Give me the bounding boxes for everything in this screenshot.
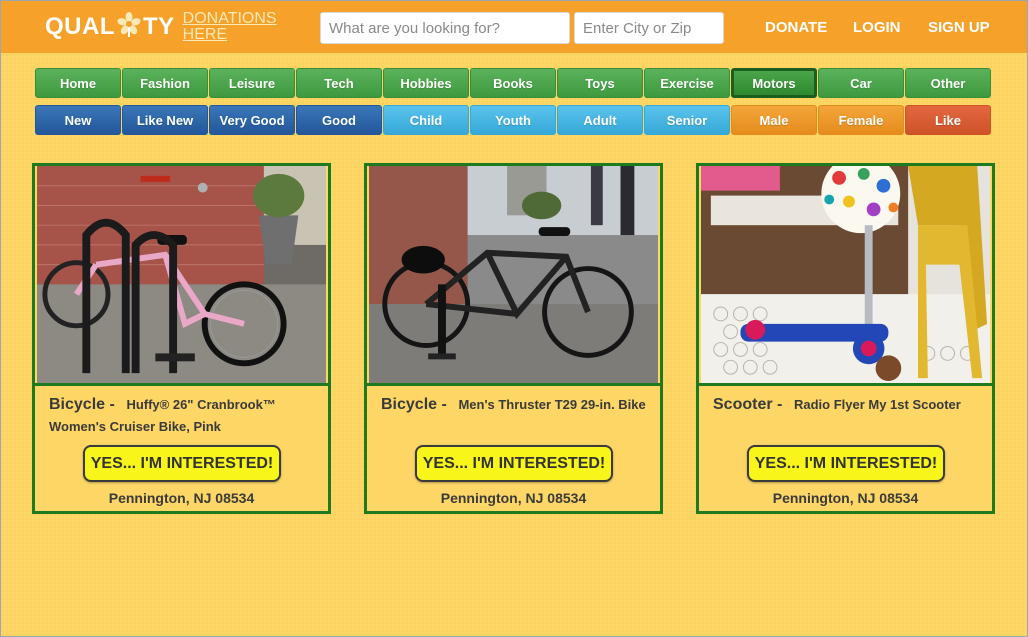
listing-photo-pink-bicycle[interactable] bbox=[35, 166, 328, 386]
category-nav: Home Fashion Leisure Tech Hobbies Books … bbox=[35, 68, 992, 98]
listing-location: Pennington, NJ 08534 bbox=[108, 490, 255, 506]
category-fashion[interactable]: Fashion bbox=[122, 68, 208, 98]
search-input[interactable] bbox=[320, 12, 570, 44]
listing-card[interactable]: Bicycle - Huffy® 26" Cranbrook™ Women's … bbox=[32, 163, 331, 514]
city-zip-input[interactable] bbox=[574, 12, 724, 44]
logo-text-left: QUAL bbox=[45, 13, 115, 40]
logo-tagline-line2: HERE bbox=[182, 26, 228, 43]
listing-card[interactable]: Scooter - Radio Flyer My 1st Scooter YES… bbox=[696, 163, 995, 514]
filter-female[interactable]: Female bbox=[818, 105, 904, 135]
listing-type: Bicycle - bbox=[49, 396, 115, 413]
site-logo[interactable]: QUAL TY DONATIONS HERE bbox=[45, 9, 277, 45]
category-motors[interactable]: Motors bbox=[731, 68, 817, 98]
site-header: QUAL TY DONATIONS HERE DONATE LOGIN SIGN… bbox=[1, 1, 1027, 53]
category-other[interactable]: Other bbox=[905, 68, 991, 98]
listing-title: Bicycle - Men's Thruster T29 29-in. Bike bbox=[381, 394, 650, 416]
category-home[interactable]: Home bbox=[35, 68, 121, 98]
filter-nav: New Like New Very Good Good Child Youth … bbox=[35, 105, 992, 135]
filter-youth[interactable]: Youth bbox=[470, 105, 556, 135]
login-link[interactable]: LOGIN bbox=[853, 19, 901, 36]
listing-title: Bicycle - Huffy® 26" Cranbrook™ Women's … bbox=[49, 394, 318, 438]
category-leisure[interactable]: Leisure bbox=[209, 68, 295, 98]
listing-name: Radio Flyer My 1st Scooter bbox=[793, 397, 961, 412]
logo-tagline-line1: DONATIONS bbox=[182, 10, 277, 27]
listing-location: Pennington, NJ 08534 bbox=[440, 490, 587, 506]
logo-text-right: TY bbox=[143, 13, 175, 40]
filter-new[interactable]: New bbox=[35, 105, 121, 135]
category-car[interactable]: Car bbox=[818, 68, 904, 98]
category-books[interactable]: Books bbox=[470, 68, 556, 98]
listing-title: Scooter - Radio Flyer My 1st Scooter bbox=[713, 394, 982, 416]
filter-male[interactable]: Male bbox=[731, 105, 817, 135]
interested-button[interactable]: YES... I'M INTERESTED! bbox=[747, 445, 945, 482]
donate-link[interactable]: DONATE bbox=[765, 19, 827, 36]
category-tech[interactable]: Tech bbox=[296, 68, 382, 98]
filter-senior[interactable]: Senior bbox=[644, 105, 730, 135]
interested-button[interactable]: YES... I'M INTERESTED! bbox=[83, 445, 281, 482]
category-hobbies[interactable]: Hobbies bbox=[383, 68, 469, 98]
category-toys[interactable]: Toys bbox=[557, 68, 643, 98]
listing-location: Pennington, NJ 08534 bbox=[772, 490, 919, 506]
filter-very-good[interactable]: Very Good bbox=[209, 105, 295, 135]
listing-type: Scooter - bbox=[713, 396, 783, 413]
flower-icon bbox=[117, 12, 141, 37]
listing-name: Men's Thruster T29 29-in. Bike bbox=[458, 397, 646, 412]
listing-card[interactable]: Bicycle - Men's Thruster T29 29-in. Bike… bbox=[364, 163, 663, 514]
filter-like-new[interactable]: Like New bbox=[122, 105, 208, 135]
filter-like[interactable]: Like bbox=[905, 105, 991, 135]
interested-button[interactable]: YES... I'M INTERESTED! bbox=[415, 445, 613, 482]
filter-good[interactable]: Good bbox=[296, 105, 382, 135]
listing-type: Bicycle - bbox=[381, 396, 447, 413]
logo-wordmark: QUAL TY bbox=[45, 12, 175, 41]
listing-photo-black-bicycle[interactable] bbox=[367, 166, 660, 386]
signup-link[interactable]: SIGN UP bbox=[928, 19, 990, 36]
logo-tagline: DONATIONS HERE bbox=[183, 11, 277, 43]
filter-adult[interactable]: Adult bbox=[557, 105, 643, 135]
category-exercise[interactable]: Exercise bbox=[644, 68, 730, 98]
listing-photo-scooter[interactable] bbox=[699, 166, 992, 386]
filter-child[interactable]: Child bbox=[383, 105, 469, 135]
